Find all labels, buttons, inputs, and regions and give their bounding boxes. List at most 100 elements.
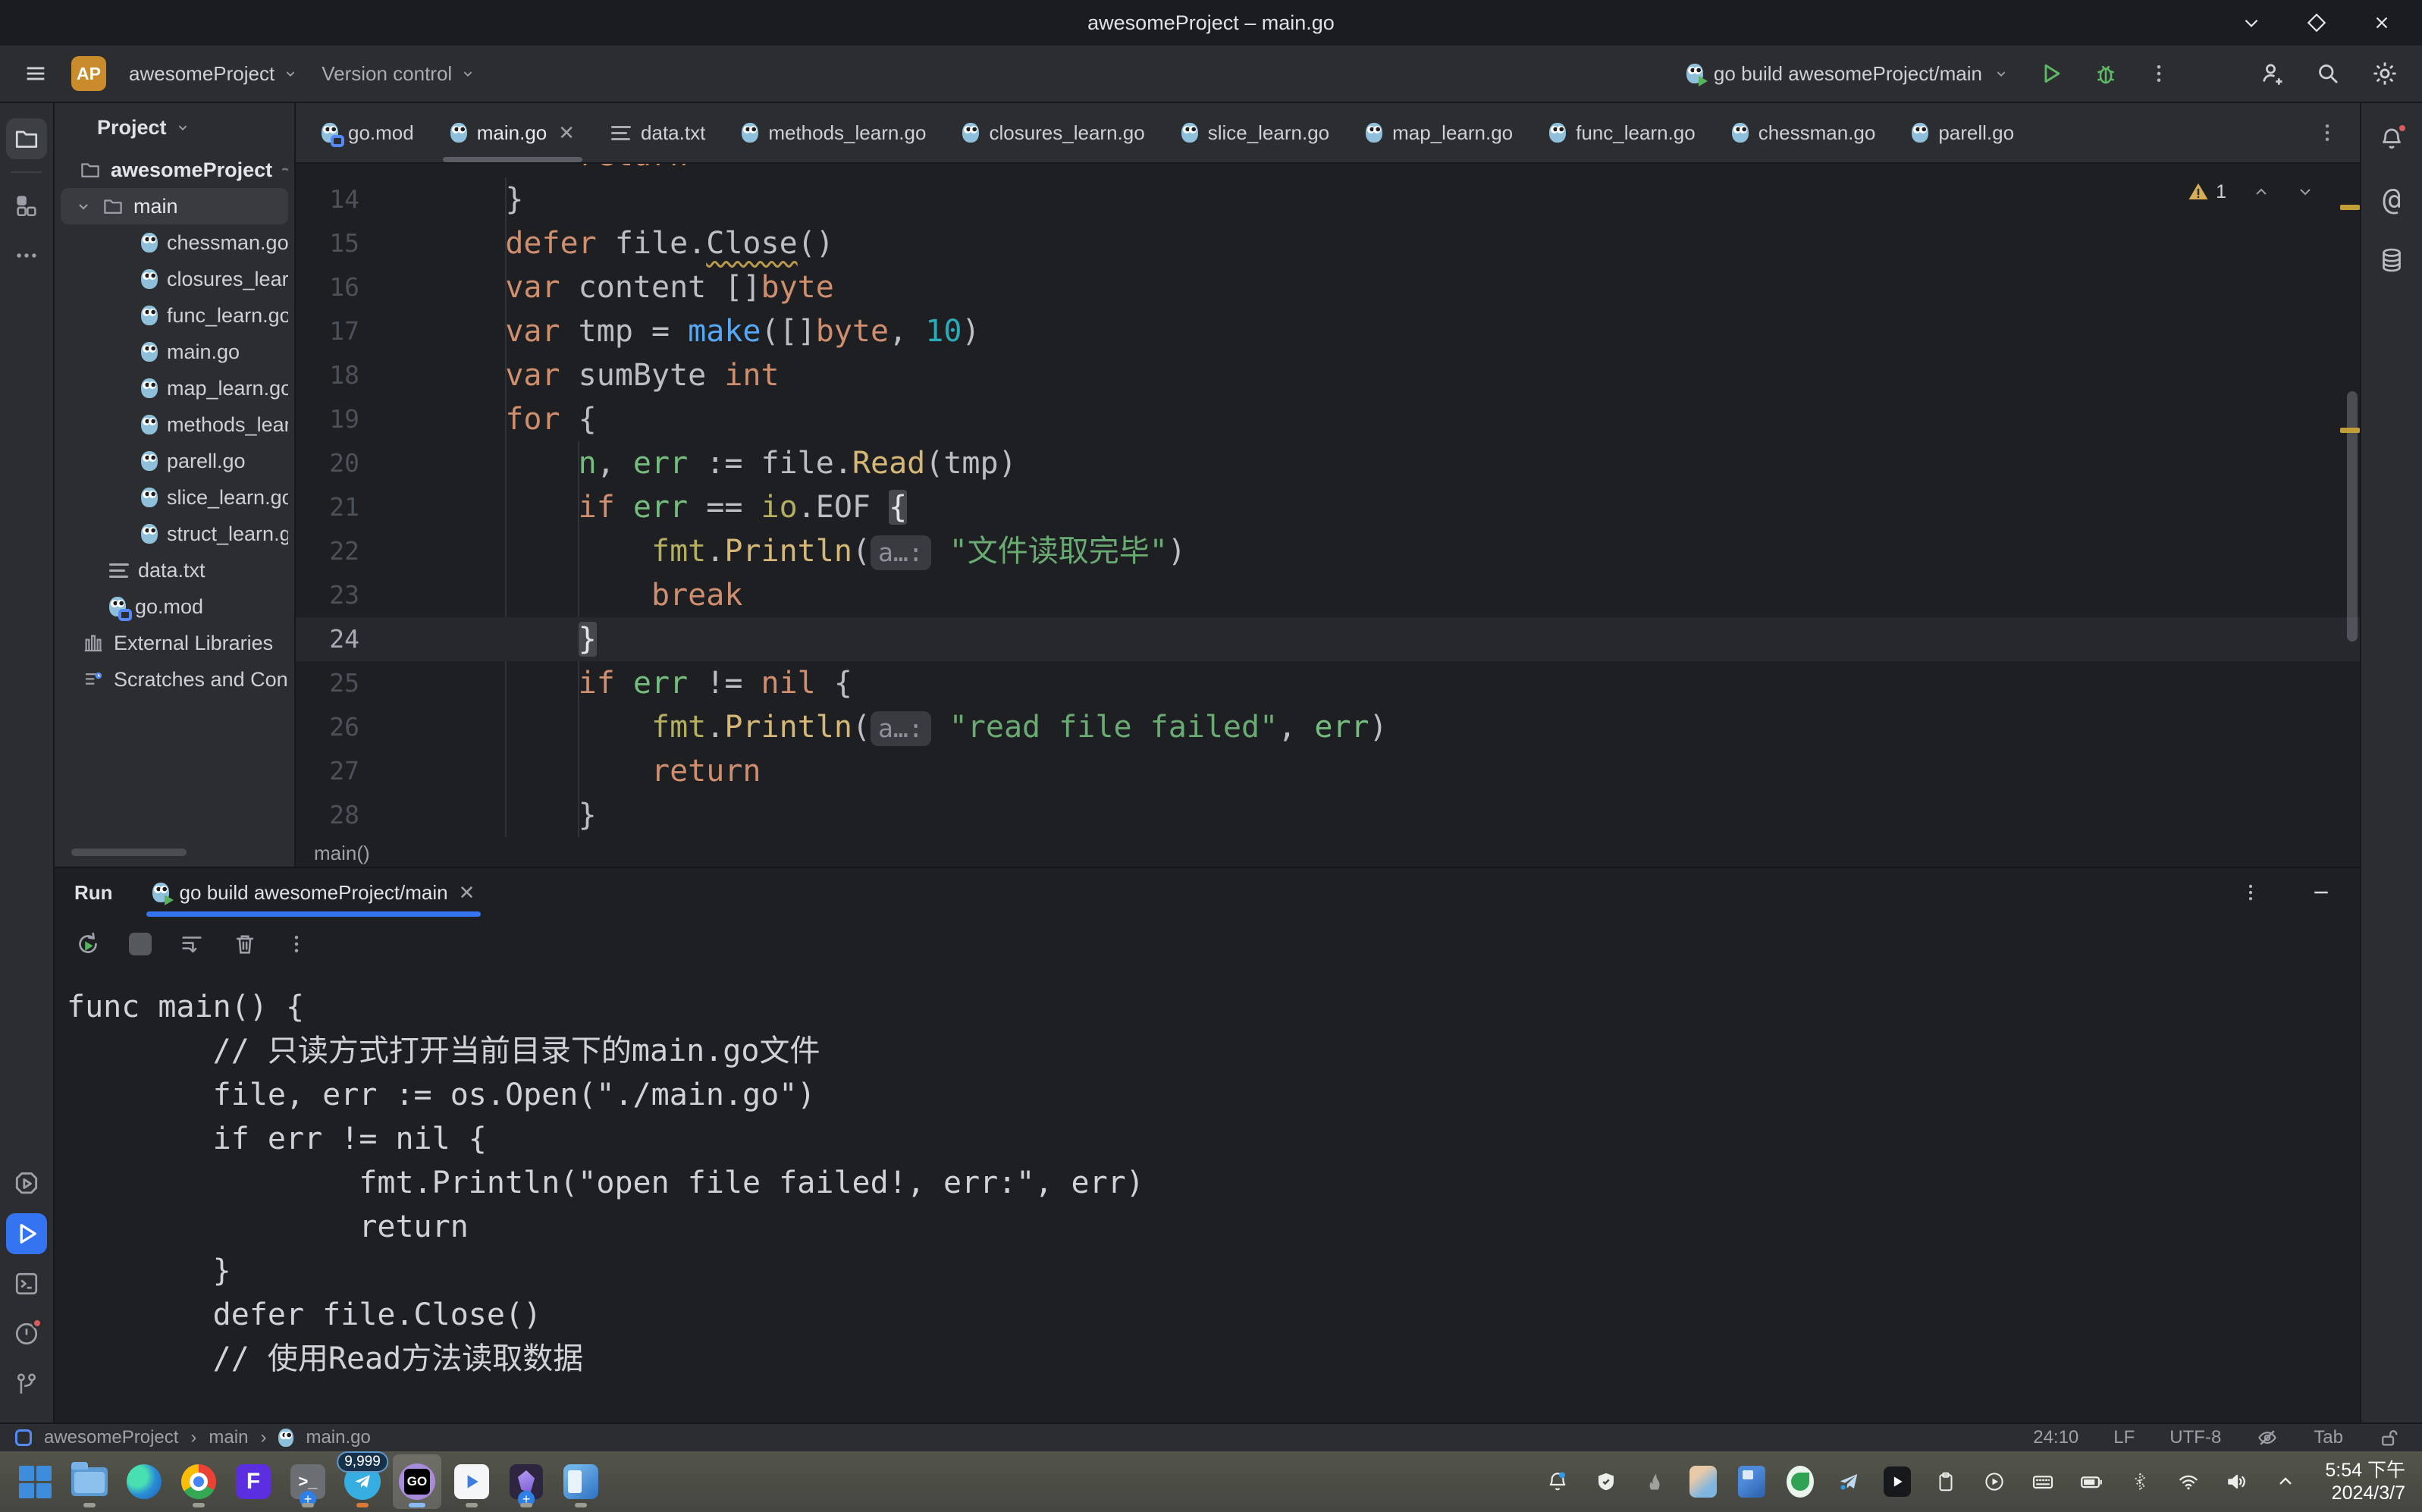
caret-position[interactable]: 24:10 <box>2033 1427 2078 1448</box>
database-icon[interactable] <box>2371 240 2412 281</box>
tray-play-icon[interactable] <box>1884 1467 1912 1497</box>
editor-tab-map-learn-go[interactable]: map_learn.go <box>1347 103 1531 162</box>
tool-problems-button[interactable] <box>6 1313 47 1354</box>
taskbar-clock[interactable]: 5:54 下午 2024/3/7 <box>2325 1459 2405 1504</box>
highlighting-level-icon[interactable] <box>2256 1426 2279 1449</box>
taskbar-app-goland[interactable]: GO <box>393 1454 441 1509</box>
taskbar-app-chrome[interactable] <box>174 1454 223 1509</box>
close-icon[interactable] <box>2372 13 2392 33</box>
debug-button[interactable] <box>2093 61 2119 86</box>
statusbar-crumb-folder[interactable]: main <box>209 1427 248 1448</box>
tray-shield-icon[interactable] <box>1592 1468 1620 1495</box>
tree-item-parell-go[interactable]: parell.go <box>61 443 288 479</box>
tree-item-main-go[interactable]: main.go <box>61 334 288 370</box>
inspection-widget[interactable]: 1 <box>2187 180 2314 203</box>
taskbar-app-fdm[interactable]: F <box>229 1454 278 1509</box>
chevron-down-icon[interactable] <box>74 197 93 215</box>
tree-item-slice-learn-go[interactable]: slice_learn.go <box>61 479 288 516</box>
stop-icon[interactable] <box>129 933 152 955</box>
taskbar-app-potplayer[interactable] <box>447 1454 496 1509</box>
tool-terminal-button[interactable] <box>6 1263 47 1304</box>
tree-item-external-libraries[interactable]: External Libraries <box>61 625 288 661</box>
tray-circle-play-icon[interactable] <box>1981 1468 2008 1495</box>
editor-tab-closures-learn-go[interactable]: closures_learn.go <box>944 103 1162 162</box>
editor-tab-slice-learn-go[interactable]: slice_learn.go <box>1163 103 1347 162</box>
run-configuration-selector[interactable]: go build awesomeProject/main <box>1686 62 2009 86</box>
tray-chara-icon[interactable] <box>1689 1466 1718 1498</box>
taskbar-app-edge[interactable] <box>120 1454 168 1509</box>
tool-run-button[interactable] <box>6 1213 47 1254</box>
more-tool-windows-icon[interactable] <box>6 235 47 276</box>
taskbar-app-file-explorer[interactable] <box>65 1454 114 1509</box>
search-everywhere-icon[interactable] <box>2314 60 2342 87</box>
tree-item-main[interactable]: main <box>61 188 288 224</box>
project-hscrollbar[interactable] <box>71 849 187 856</box>
indent-style[interactable]: Tab <box>2314 1427 2343 1448</box>
tree-item-methods-learn-go[interactable]: methods_learn.go <box>61 406 288 443</box>
tray-volume-icon[interactable] <box>2223 1468 2251 1495</box>
tray-keyboard-icon[interactable] <box>2029 1468 2057 1495</box>
tray-leaf-icon[interactable] <box>1787 1466 1815 1498</box>
code-with-me-icon[interactable] <box>2258 60 2286 87</box>
tray-bell-icon[interactable] <box>1544 1468 1571 1495</box>
tree-item-func-learn-go[interactable]: func_learn.go <box>61 297 288 334</box>
editor-tab-main-go[interactable]: main.go ✕ <box>432 103 593 162</box>
taskbar-app-telegram[interactable]: 9,999 <box>337 1451 388 1509</box>
tray-clipboard-icon[interactable] <box>1932 1468 1959 1495</box>
taskbar-app-obsidian[interactable]: + <box>502 1454 551 1509</box>
editor-breadcrumb[interactable]: main() <box>296 839 2360 867</box>
tray-flame-icon[interactable] <box>1641 1468 1668 1495</box>
tray-battery-icon[interactable] <box>2078 1468 2105 1495</box>
statusbar-crumb-file[interactable]: main.go <box>306 1427 370 1448</box>
tree-item-closures-learn-go[interactable]: closures_learn.go <box>61 261 288 297</box>
close-icon[interactable]: ✕ <box>459 881 475 905</box>
hide-panel-icon[interactable] <box>2310 881 2333 904</box>
code-editor[interactable]: return 14 } 15 defer file.Close() 16 var co… <box>296 164 2360 839</box>
run-console-output[interactable]: func main() { // 只读方式打开当前目录下的main.go文件 f… <box>55 971 2360 1423</box>
tab-list-more-icon[interactable] <box>2316 121 2339 144</box>
tree-item-data-txt[interactable]: data.txt <box>61 552 288 588</box>
next-problem-icon[interactable] <box>2296 183 2314 201</box>
prev-problem-icon[interactable] <box>2252 183 2270 201</box>
statusbar-crumb-project[interactable]: awesomeProject <box>44 1427 178 1448</box>
tray-plane-icon[interactable] <box>1835 1468 1862 1495</box>
tree-item-struct-learn-go[interactable]: struct_learn.go <box>61 516 288 552</box>
editor-tab-func-learn-go[interactable]: func_learn.go <box>1531 103 1714 162</box>
tree-item-map-learn-go[interactable]: map_learn.go <box>61 370 288 406</box>
settings-gear-icon[interactable] <box>2370 59 2399 88</box>
taskbar-app-terminal[interactable]: >_ + <box>284 1454 332 1509</box>
tree-item-awesomeproject[interactable]: awesomeProject ~/Gola <box>61 152 288 188</box>
run-panel-title[interactable]: Run <box>74 881 113 905</box>
ai-assistant-icon[interactable]: @ <box>2371 179 2412 220</box>
close-icon[interactable]: ✕ <box>558 121 575 145</box>
tool-services-button[interactable] <box>6 1163 47 1204</box>
file-encoding[interactable]: UTF-8 <box>2169 1427 2221 1448</box>
notifications-bell-icon[interactable] <box>2371 118 2412 159</box>
maximize-icon[interactable] <box>2307 13 2326 33</box>
editor-tab-data-txt[interactable]: data.txt <box>593 103 723 162</box>
tray-bluetooth-icon[interactable] <box>2126 1468 2154 1495</box>
run-tab[interactable]: go build awesomeProject/main ✕ <box>146 868 482 917</box>
warning-stripe-mark[interactable] <box>2340 205 2360 210</box>
project-panel-header[interactable]: Project <box>55 103 294 152</box>
tree-item-scratches-and-consoles[interactable]: Scratches and Consoles <box>61 661 288 698</box>
hamburger-menu-icon[interactable] <box>23 61 49 86</box>
project-selector[interactable]: awesomeProject <box>129 62 299 86</box>
more-actions-icon[interactable] <box>2147 62 2170 85</box>
taskbar-app-windows-start[interactable] <box>11 1454 59 1509</box>
tray-wifi-icon[interactable] <box>2175 1468 2202 1495</box>
tray-chevron-up-icon[interactable] <box>2272 1468 2299 1495</box>
tool-git-button[interactable] <box>6 1363 47 1404</box>
tool-project-button[interactable] <box>6 118 47 159</box>
tray-wallpaper-icon[interactable] <box>1738 1466 1766 1498</box>
version-control-menu[interactable]: Version control <box>322 62 476 86</box>
warning-stripe-mark[interactable] <box>2340 428 2360 433</box>
line-separator[interactable]: LF <box>2113 1427 2135 1448</box>
clear-console-icon[interactable] <box>232 931 258 957</box>
console-more-icon[interactable] <box>285 933 308 955</box>
tool-structure-button[interactable] <box>6 185 47 226</box>
run-button[interactable] <box>2038 61 2064 86</box>
tree-item-go-mod[interactable]: go.mod <box>61 588 288 625</box>
editor-tab-parell-go[interactable]: parell.go <box>1893 103 2032 162</box>
rerun-icon[interactable] <box>74 930 102 958</box>
